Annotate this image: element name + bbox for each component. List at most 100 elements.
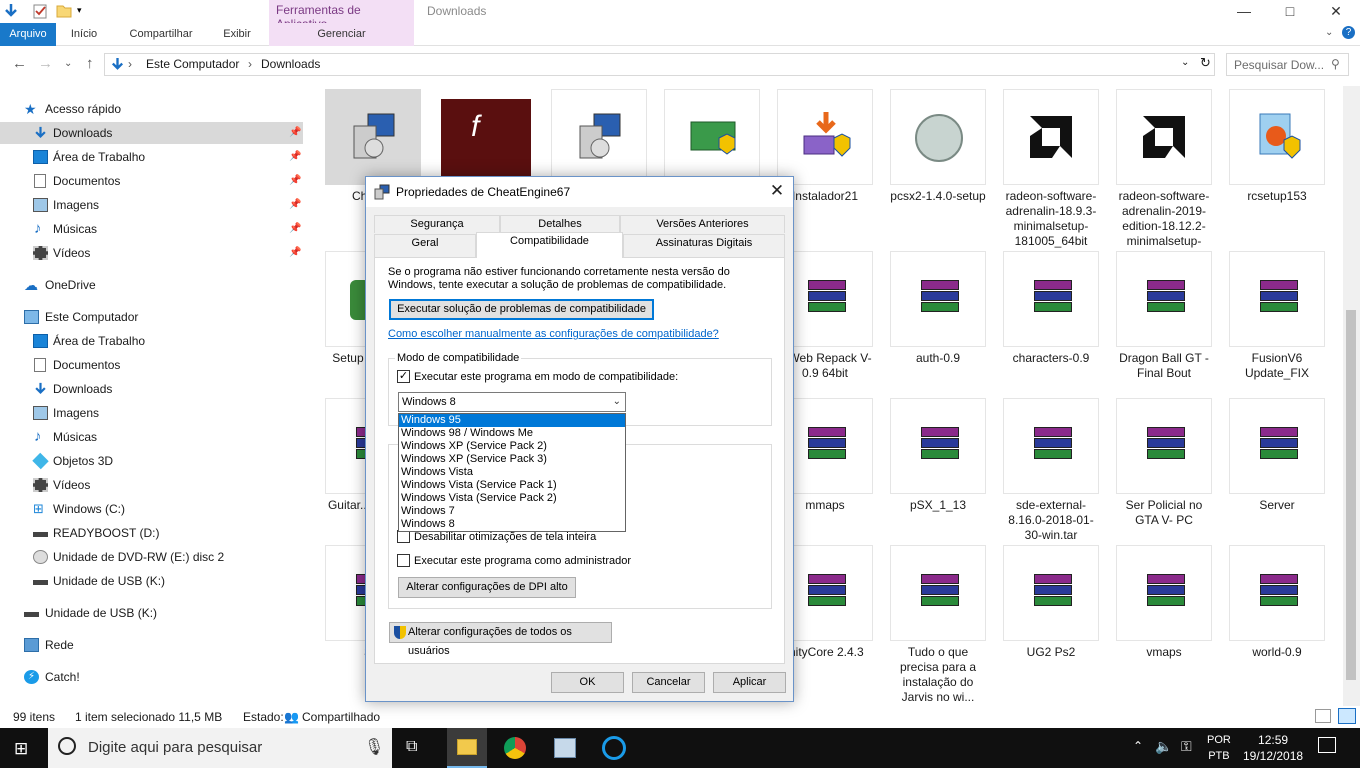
nav-downloads[interactable]: Downloads 📌	[0, 122, 303, 144]
nav-drive-c[interactable]: ⊞ Windows (C:)	[0, 498, 303, 520]
notifications-icon[interactable]	[1318, 737, 1336, 753]
tab-geral[interactable]: Geral	[374, 234, 476, 257]
language-indicator[interactable]: POR PTB	[1207, 732, 1231, 764]
network-status-icon[interactable]: ⚿	[1181, 738, 1192, 755]
help-icon[interactable]: ?	[1342, 26, 1355, 39]
tab-exibir[interactable]: Exibir	[212, 23, 262, 46]
os-option-windows-vista-sp1[interactable]: Windows Vista (Service Pack 1)	[399, 479, 625, 492]
pin-icon[interactable]: 📌	[289, 146, 301, 168]
large-icons-view-icon[interactable]	[1338, 708, 1356, 724]
address-dropdown-icon[interactable]: ⌄	[1181, 57, 1189, 68]
breadcrumb-este-computador[interactable]: Este Computador	[146, 57, 239, 71]
taskbar-search-input[interactable]: Digite aqui para pesquisar 🎙	[48, 728, 392, 768]
search-input[interactable]: Pesquisar Dow... ⚲	[1226, 53, 1349, 76]
file-tile[interactable]: Tudo o que precisa para a instalação do …	[890, 545, 986, 705]
nav-pc-videos[interactable]: Vídeos	[0, 474, 303, 496]
file-tile[interactable]: f	[438, 89, 534, 189]
pin-icon[interactable]: 📌	[289, 170, 301, 192]
pin-icon[interactable]: 📌	[289, 122, 301, 144]
task-view-icon[interactable]: ⧉	[406, 738, 417, 756]
nav-quick-access[interactable]: ★ Acesso rápido	[0, 98, 303, 120]
tab-gerenciar[interactable]: Gerenciar	[269, 23, 414, 46]
tab-inicio[interactable]: Início	[58, 23, 110, 46]
nav-pc-downloads[interactable]: Downloads	[0, 378, 303, 400]
os-option-windows-xp-sp3[interactable]: Windows XP (Service Pack 3)	[399, 453, 625, 466]
file-tile[interactable]: pSX_1_13	[890, 398, 986, 513]
tab-detalhes[interactable]: Detalhes	[500, 215, 620, 233]
tab-arquivo[interactable]: Arquivo	[0, 23, 56, 46]
breadcrumb-downloads[interactable]: Downloads	[261, 57, 320, 71]
file-tile[interactable]: vmaps	[1116, 545, 1212, 660]
nav-pc-music[interactable]: ♪ Músicas	[0, 426, 303, 448]
file-tile[interactable]: pcsx2-1.4.0-setup	[890, 89, 986, 204]
file-tile[interactable]: Dragon Ball GT - Final Bout	[1116, 251, 1212, 381]
os-option-windows-vista[interactable]: Windows Vista	[399, 466, 625, 479]
clock[interactable]: 12:59 19/12/2018	[1243, 732, 1303, 764]
properties-icon[interactable]	[32, 3, 48, 19]
nav-drive-d[interactable]: READYBOOST (D:)	[0, 522, 303, 544]
os-option-windows-8[interactable]: Windows 8	[399, 518, 625, 531]
nav-pc-documents[interactable]: Documentos	[0, 354, 303, 376]
file-tile[interactable]: radeon-software-adrenalin-2019-edition-1…	[1116, 89, 1212, 264]
file-tile[interactable]: FusionV6 Update_FIX	[1229, 251, 1325, 381]
file-tile[interactable]: auth-0.9	[890, 251, 986, 366]
compat-mode-checkbox[interactable]: ✓	[397, 370, 410, 383]
nav-drive-e[interactable]: Unidade de DVD-RW (E:) disc 2	[0, 546, 303, 568]
up-arrow-icon[interactable]: ↑	[86, 55, 94, 72]
nav-pc-3d-objects[interactable]: Objetos 3D	[0, 450, 303, 472]
compat-os-select[interactable]: Windows 8 ⌄	[398, 392, 626, 412]
file-tile[interactable]	[551, 89, 647, 189]
nav-drive-k[interactable]: Unidade de USB (K:)	[0, 570, 303, 592]
pin-icon[interactable]: 📌	[289, 194, 301, 216]
tab-compartilhar[interactable]: Compartilhar	[118, 23, 204, 46]
new-folder-icon[interactable]	[56, 3, 72, 19]
refresh-icon[interactable]: ↻	[1200, 55, 1211, 71]
nav-desktop[interactable]: Área de Trabalho 📌	[0, 146, 303, 168]
os-option-windows-98-me[interactable]: Windows 98 / Windows Me	[399, 427, 625, 440]
volume-icon[interactable]: 🔈	[1155, 738, 1172, 755]
os-option-windows-7[interactable]: Windows 7	[399, 505, 625, 518]
nav-catch[interactable]: ⚡ Catch!	[0, 666, 303, 688]
dialog-close-button[interactable]: ✕	[763, 180, 791, 204]
forward-arrow-icon[interactable]: →	[38, 55, 53, 72]
download-arrow-icon[interactable]	[3, 3, 19, 19]
high-dpi-button[interactable]: Alterar configurações de DPI alto	[398, 577, 576, 598]
tab-seguranca[interactable]: Segurança	[374, 215, 500, 233]
address-bar[interactable]: › Este Computador › Downloads ⌄ ↻	[104, 53, 1215, 76]
manual-settings-link[interactable]: Como escolher manualmente as configuraçõ…	[388, 328, 719, 340]
nav-music[interactable]: ♪ Músicas 📌	[0, 218, 303, 240]
close-window-button[interactable]: ✕	[1313, 0, 1359, 23]
tab-compatibilidade[interactable]: Compatibilidade	[476, 232, 623, 258]
pin-icon[interactable]: 📌	[289, 242, 301, 264]
chrome-icon[interactable]	[504, 737, 526, 759]
nav-documents[interactable]: Documentos 📌	[0, 170, 303, 192]
file-tile[interactable]: radeon-software-adrenalin-18.9.3-minimal…	[1003, 89, 1099, 249]
troubleshoot-button[interactable]: Executar solução de problemas de compati…	[389, 299, 654, 320]
tray-expand-icon[interactable]: ⌃	[1133, 739, 1143, 753]
minimize-button[interactable]: —	[1221, 0, 1267, 23]
file-tile[interactable]: UG2 Ps2	[1003, 545, 1099, 660]
ok-button[interactable]: OK	[551, 672, 624, 693]
back-arrow-icon[interactable]: ←	[12, 55, 27, 72]
nav-usb-k[interactable]: Unidade de USB (K:)	[0, 602, 303, 624]
cancel-button[interactable]: Cancelar	[632, 672, 705, 693]
file-tile[interactable]: rcsetup153	[1229, 89, 1325, 204]
nav-videos[interactable]: Vídeos 📌	[0, 242, 303, 264]
file-tile[interactable]: sde-external-8.16.0-2018-01-30-win.tar	[1003, 398, 1099, 543]
ribbon-expand-icon[interactable]: ⌄	[1325, 27, 1333, 38]
nav-network[interactable]: Rede	[0, 634, 303, 656]
maximize-button[interactable]: □	[1267, 0, 1313, 23]
nav-onedrive[interactable]: ☁ OneDrive	[0, 274, 303, 296]
windows-start-icon[interactable]: ⊞	[14, 739, 28, 759]
os-option-windows-95[interactable]: Windows 95	[399, 414, 625, 427]
catch-app-icon[interactable]	[602, 736, 626, 760]
os-option-windows-xp-sp2[interactable]: Windows XP (Service Pack 2)	[399, 440, 625, 453]
system-app-icon[interactable]	[554, 738, 576, 758]
nav-this-pc[interactable]: Este Computador	[0, 306, 303, 328]
file-explorer-taskbar-button[interactable]	[447, 728, 487, 768]
scrollbar-thumb[interactable]	[1346, 310, 1356, 680]
os-option-windows-vista-sp2[interactable]: Windows Vista (Service Pack 2)	[399, 492, 625, 505]
file-tile[interactable]: world-0.9	[1229, 545, 1325, 660]
file-tile[interactable]: Ser Policial no GTA V- PC	[1116, 398, 1212, 528]
microphone-icon[interactable]: 🎙	[364, 737, 384, 757]
